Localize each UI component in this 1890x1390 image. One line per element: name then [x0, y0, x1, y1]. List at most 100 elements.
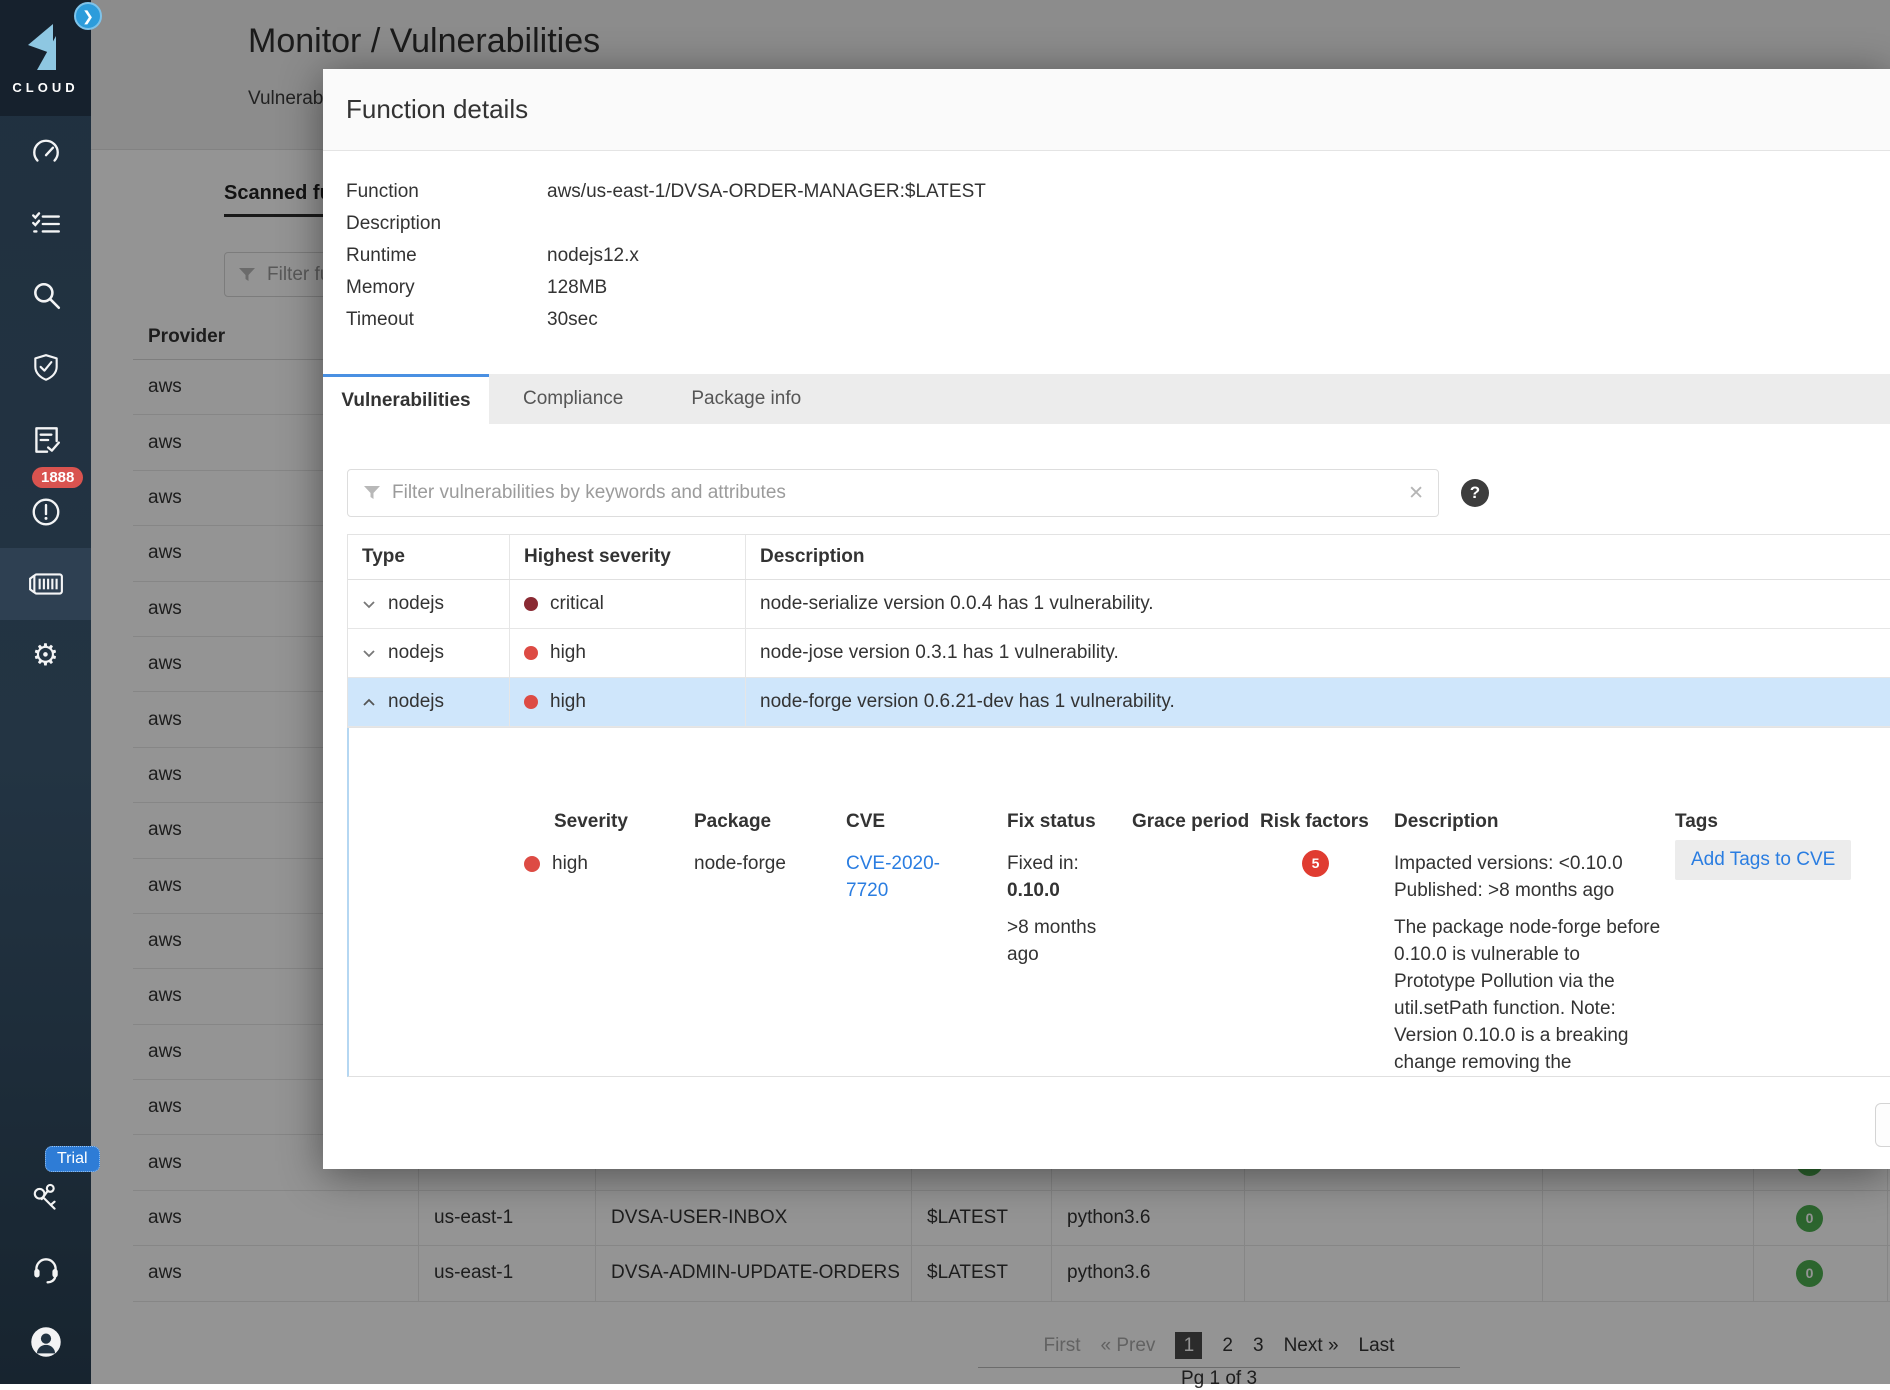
vuln-description: node-forge version 0.6.21-dev has 1 vuln…: [746, 678, 1890, 726]
sidebar-item-defend[interactable]: [0, 332, 91, 404]
detail-header-cve: CVE: [846, 811, 885, 833]
col-header-type: Type: [348, 535, 510, 579]
vulnerability-filter-input[interactable]: Filter vulnerabilities by keywords and a…: [347, 469, 1439, 517]
search-icon: [30, 280, 62, 312]
sidebar-item-containers[interactable]: [0, 548, 91, 620]
severity-dot-high: [524, 646, 538, 660]
severity-dot-high: [524, 856, 540, 872]
detail-risk-factors: 5: [1260, 850, 1329, 877]
sidebar-item-support[interactable]: [0, 1234, 91, 1306]
modal-title: Function details: [346, 94, 528, 125]
keys-icon: [30, 1182, 62, 1214]
document-check-icon: [30, 424, 62, 456]
detail-header-description: Description: [1394, 811, 1499, 833]
sidebar-item-policies[interactable]: [0, 188, 91, 260]
function-details-modal: Function details Functionaws/us-east-1/D…: [323, 69, 1890, 1169]
meta-label-function: Function: [346, 181, 547, 203]
severity-label: high: [550, 691, 586, 713]
detail-tags: Add Tags to CVE: [1675, 840, 1851, 880]
detail-cve: CVE-2020-7720: [846, 850, 958, 904]
checklist-icon: [30, 208, 62, 240]
gear-icon: ⚙: [32, 641, 59, 671]
cve-link[interactable]: CVE-2020-7720: [846, 850, 958, 904]
vulnerability-filter-row: Filter vulnerabilities by keywords and a…: [347, 469, 1890, 517]
modal-corner-button[interactable]: [1875, 1103, 1890, 1147]
function-meta: Functionaws/us-east-1/DVSA-ORDER-MANAGER…: [323, 151, 1890, 336]
sidebar-item-settings[interactable]: ⚙: [0, 620, 91, 692]
col-header-description: Description: [746, 535, 1890, 579]
sidebar-item-profile[interactable]: [0, 1306, 91, 1378]
fix-label: Fixed in:: [1007, 850, 1102, 877]
modal-header: Function details: [323, 69, 1890, 151]
trial-badge: Trial: [45, 1146, 100, 1172]
chevron-down-icon: [362, 648, 376, 658]
sidebar-item-compliance-report[interactable]: [0, 404, 91, 476]
sidebar-item-alerts[interactable]: 1888: [0, 476, 91, 548]
tab-vulnerabilities[interactable]: Vulnerabilities: [323, 374, 489, 424]
alerts-count-badge: 1888: [32, 467, 83, 488]
tab-package-info[interactable]: Package info: [657, 374, 835, 424]
meta-label-runtime: Runtime: [346, 245, 547, 267]
sidebar: CLOUD 1888 ⚙ Trial: [0, 0, 91, 1384]
meta-value-runtime: nodejs12.x: [547, 245, 639, 267]
detail-package: node-forge: [694, 850, 786, 877]
meta-value-timeout: 30sec: [547, 309, 598, 331]
container-icon: [28, 570, 64, 598]
detail-header-fix-status: Fix status: [1007, 811, 1096, 833]
sidebar-expand-button[interactable]: ❯: [74, 2, 102, 30]
meta-label-memory: Memory: [346, 277, 547, 299]
meta-label-timeout: Timeout: [346, 309, 547, 331]
help-icon[interactable]: ?: [1461, 479, 1489, 507]
sidebar-nav: 1888 ⚙: [0, 116, 91, 692]
meta-label-description: Description: [346, 213, 547, 235]
fix-age: >8 months ago: [1007, 914, 1102, 968]
detail-header-severity: Severity: [554, 811, 628, 833]
gauge-icon: [30, 136, 62, 168]
impacted-versions: Impacted versions: <0.10.0: [1394, 850, 1674, 877]
published-date: Published: >8 months ago: [1394, 877, 1674, 904]
detail-header-tags: Tags: [1675, 811, 1718, 833]
add-tags-button[interactable]: Add Tags to CVE: [1675, 840, 1851, 880]
tab-compliance[interactable]: Compliance: [489, 374, 657, 424]
vulnerability-row-node-serialize[interactable]: nodejs critical node-serialize version 0…: [348, 580, 1890, 629]
funnel-icon: [362, 483, 382, 503]
user-avatar-icon: [29, 1325, 63, 1359]
shield-check-icon: [30, 352, 62, 384]
col-header-severity: Highest severity: [510, 535, 746, 579]
vuln-description: node-serialize version 0.0.4 has 1 vulne…: [746, 580, 1890, 628]
vuln-description: node-jose version 0.3.1 has 1 vulnerabil…: [746, 629, 1890, 677]
sidebar-item-search[interactable]: [0, 260, 91, 332]
detail-description: Impacted versions: <0.10.0 Published: >8…: [1394, 850, 1674, 1076]
severity-dot-critical: [524, 597, 538, 611]
meta-value-function: aws/us-east-1/DVSA-ORDER-MANAGER:$LATEST: [547, 181, 986, 203]
chevron-up-icon: [362, 697, 376, 707]
severity-dot-high: [524, 695, 538, 709]
vulnerability-row-node-forge[interactable]: nodejs high node-forge version 0.6.21-de…: [348, 678, 1890, 727]
sidebar-bottom-nav: Trial: [0, 1162, 91, 1378]
fix-version: 0.10.0: [1007, 877, 1102, 904]
alert-icon: [30, 496, 62, 528]
modal-tabs: Vulnerabilities Compliance Package info: [323, 374, 1890, 424]
cloud-logo-icon: [22, 22, 70, 72]
sidebar-item-license[interactable]: Trial: [0, 1162, 91, 1234]
chevron-down-icon: [362, 599, 376, 609]
detail-header-grace-period: Grace period: [1132, 811, 1249, 833]
meta-value-memory: 128MB: [547, 277, 607, 299]
risk-factors-badge: 5: [1302, 850, 1329, 877]
detail-header-risk-factors: Risk factors: [1260, 811, 1369, 833]
detail-header-package: Package: [694, 811, 771, 833]
vulnerability-filter-placeholder: Filter vulnerabilities by keywords and a…: [392, 482, 1398, 504]
vulnerability-row-node-jose[interactable]: nodejs high node-jose version 0.3.1 has …: [348, 629, 1890, 678]
detail-fix-status: Fixed in: 0.10.0 >8 months ago: [1007, 850, 1102, 968]
vulnerabilities-table: Type Highest severity Description nodejs…: [347, 534, 1890, 728]
clear-filter-icon[interactable]: ✕: [1408, 482, 1424, 505]
sidebar-item-dashboard[interactable]: [0, 116, 91, 188]
vuln-type: nodejs: [388, 642, 444, 664]
logo-text: CLOUD: [12, 80, 78, 95]
headset-icon: [30, 1254, 62, 1286]
vulnerability-detail-panel: Severity Package CVE Fix status Grace pe…: [347, 728, 1890, 1077]
vuln-type: nodejs: [388, 691, 444, 713]
severity-label: critical: [550, 593, 604, 615]
severity-label: high: [550, 642, 586, 664]
chevron-right-icon: ❯: [82, 8, 94, 25]
